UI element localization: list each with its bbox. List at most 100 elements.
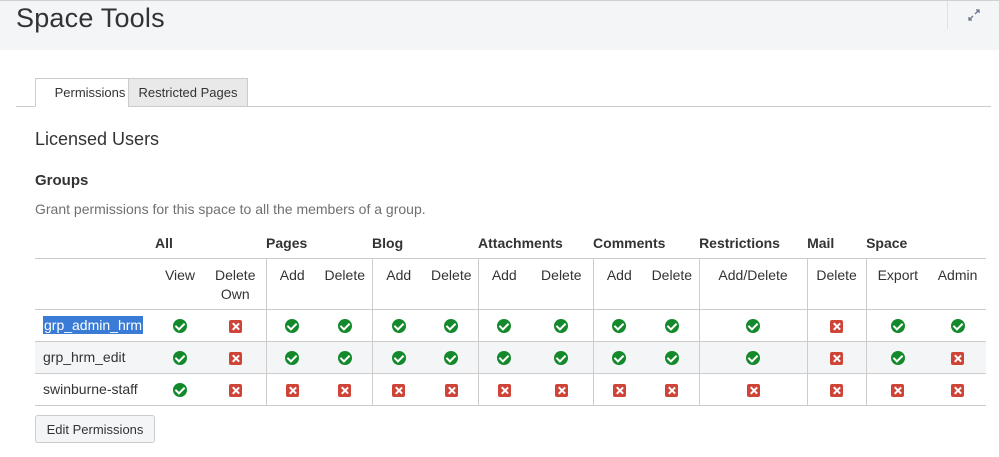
header-mail-delete: Delete (806, 258, 867, 310)
header-pages-delete: Delete (318, 258, 373, 310)
permission-cell (645, 341, 700, 374)
cross-square-icon (497, 383, 511, 397)
permission-cell (645, 373, 700, 406)
permission-cell (205, 373, 267, 406)
category-mail: Mail (807, 229, 867, 259)
group-name-cell: grp_admin_hrm (35, 309, 155, 342)
check-circle-icon (173, 383, 187, 398)
permission-cell (205, 309, 267, 342)
header-view: View (155, 258, 205, 310)
permission-cell (806, 341, 867, 374)
category-space: Space (866, 229, 987, 259)
tab-restricted-pages[interactable]: Restricted Pages (128, 78, 248, 107)
cross-square-icon (612, 383, 626, 397)
name-subheader (35, 258, 155, 310)
permission-cell (318, 373, 373, 406)
cross-square-icon (228, 319, 242, 333)
cross-square-icon (830, 351, 844, 365)
tab-bar: Permissions Restricted Pages (16, 78, 991, 107)
check-circle-icon (612, 351, 627, 366)
expand-icon (967, 9, 980, 21)
permission-cell (929, 373, 987, 406)
edit-permissions-button[interactable]: Edit Permissions (35, 415, 155, 443)
permission-cell (698, 373, 808, 406)
permission-cell (698, 309, 808, 342)
permission-cell (865, 309, 930, 342)
check-circle-icon (554, 319, 569, 334)
group-name[interactable]: grp_admin_hrm (43, 316, 144, 334)
check-circle-icon (173, 351, 187, 366)
cross-square-icon (830, 319, 844, 333)
group-name[interactable]: grp_hrm_edit (43, 349, 126, 365)
cross-square-icon (228, 383, 242, 397)
permission-cell (425, 309, 479, 342)
permission-cell (318, 341, 373, 374)
header-blog-add: Add (371, 258, 426, 310)
expand-button[interactable] (947, 1, 999, 29)
cross-square-icon (665, 383, 679, 397)
check-circle-icon (664, 351, 679, 366)
header-attachments-delete: Delete (530, 258, 594, 310)
permission-cell (929, 341, 987, 374)
permission-cell (265, 373, 319, 406)
permission-cell (645, 309, 700, 342)
permission-header-row: View Delete Own Add Delete Add Delete Ad… (35, 258, 987, 310)
permission-cell (371, 309, 426, 342)
cross-square-icon (830, 383, 844, 397)
permission-cell (477, 309, 531, 342)
category-blog: Blog (372, 229, 479, 259)
cross-square-icon (392, 383, 406, 397)
category-all: All (155, 229, 267, 259)
check-circle-icon (337, 351, 352, 366)
header-pages-add: Add (265, 258, 319, 310)
cross-square-icon (891, 383, 905, 397)
cross-square-icon (285, 383, 299, 397)
check-circle-icon (746, 351, 761, 366)
permission-cell (592, 341, 646, 374)
check-circle-icon (391, 351, 406, 366)
check-circle-icon (173, 319, 187, 334)
group-name[interactable]: swinburne-staff (43, 381, 138, 397)
cross-square-icon (228, 351, 242, 365)
permission-cell (425, 341, 479, 374)
category-pages: Pages (266, 229, 373, 259)
permission-cell (865, 373, 930, 406)
permissions-table: All Pages Blog Attachments Comments Rest… (35, 229, 987, 406)
check-circle-icon (950, 319, 965, 334)
check-circle-icon (444, 351, 459, 366)
permission-cell (371, 341, 426, 374)
check-circle-icon (444, 319, 459, 334)
permission-cell (155, 373, 205, 406)
cross-square-icon (554, 383, 568, 397)
check-circle-icon (890, 351, 905, 366)
table-row: grp_admin_hrm (35, 309, 987, 342)
table-row: swinburne-staff (35, 373, 987, 406)
permission-cell (806, 373, 867, 406)
name-column-header (35, 229, 155, 259)
category-restrictions: Restrictions (699, 229, 808, 259)
permission-cell (155, 341, 205, 374)
header-space-export: Export (865, 258, 930, 310)
cross-square-icon (951, 351, 965, 365)
check-circle-icon (497, 319, 512, 334)
category-attachments: Attachments (478, 229, 594, 259)
permission-cell (155, 309, 205, 342)
header-space-admin: Admin (929, 258, 987, 310)
permission-cell (371, 373, 426, 406)
check-circle-icon (664, 319, 679, 334)
permission-cell (530, 373, 594, 406)
check-circle-icon (890, 319, 905, 334)
table-row: grp_hrm_edit (35, 341, 987, 374)
section-title: Licensed Users (35, 129, 160, 149)
header-blog-delete: Delete (425, 258, 479, 310)
permission-cell (265, 341, 319, 374)
check-circle-icon (337, 319, 352, 334)
header-delete-own: Delete Own (205, 258, 267, 310)
groups-description: Grant permissions for this space to all … (35, 201, 426, 217)
page-title: Space Tools (16, 3, 165, 33)
category-comments: Comments (593, 229, 700, 259)
header-comments-delete: Delete (645, 258, 700, 310)
group-name-cell: swinburne-staff (35, 373, 155, 406)
permission-cell (205, 341, 267, 374)
permission-cell (265, 309, 319, 342)
